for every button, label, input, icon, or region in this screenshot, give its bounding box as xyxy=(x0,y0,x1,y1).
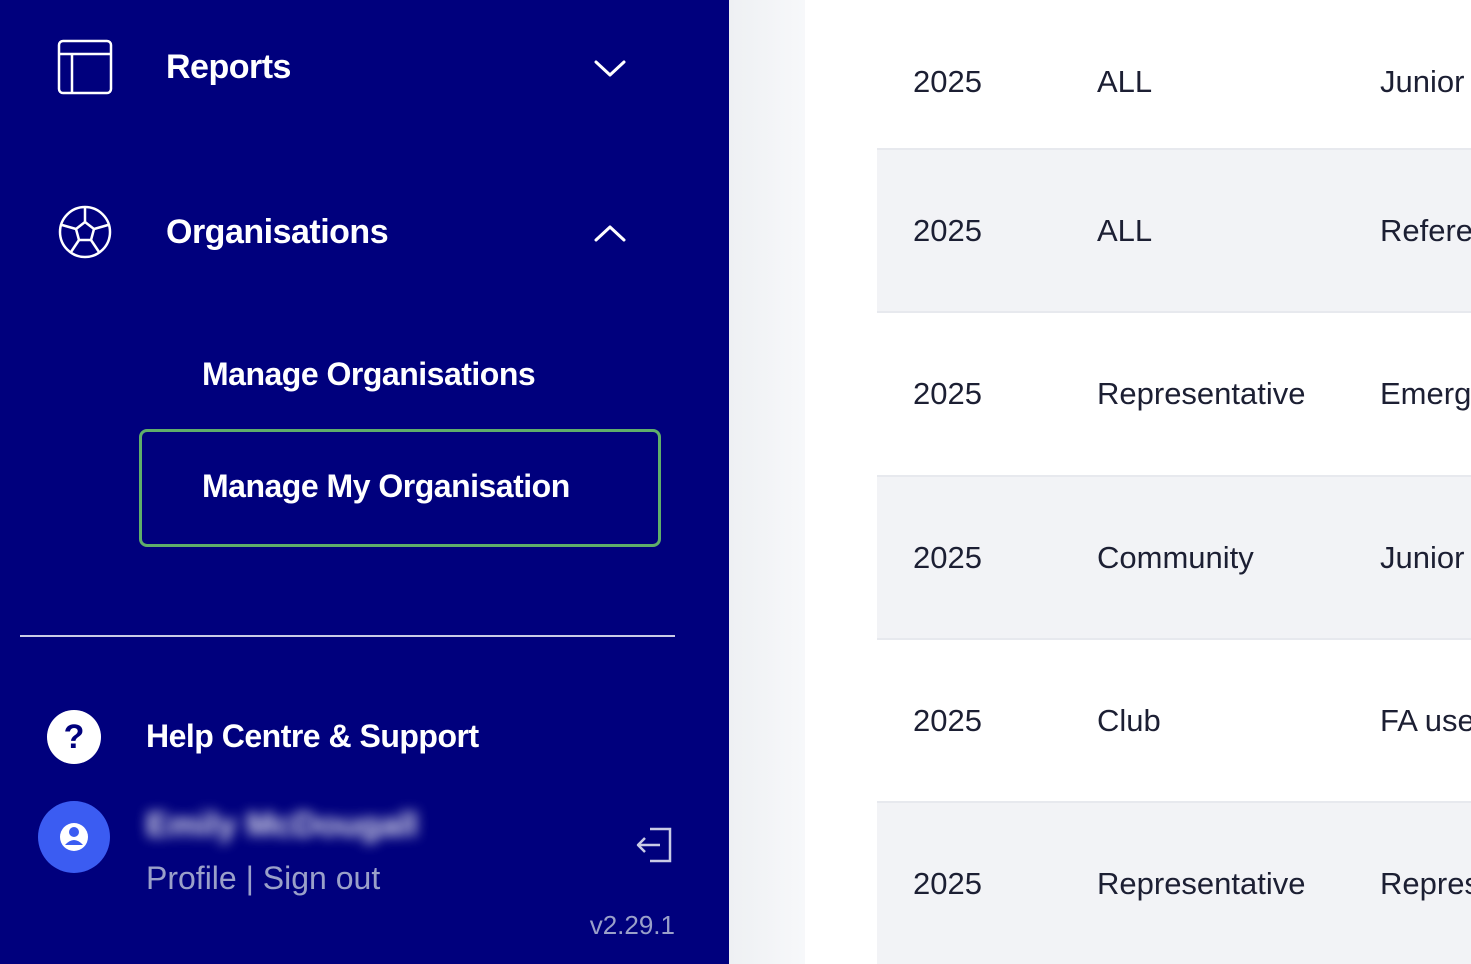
question-circle-icon: ? xyxy=(47,710,101,764)
version-label: v2.29.1 xyxy=(589,910,675,940)
profile-separator: | xyxy=(245,860,254,896)
cell-name: Referee xyxy=(1380,212,1471,248)
user-name: Emily McDougall xyxy=(146,806,419,844)
cell-year: 2025 xyxy=(913,212,982,248)
table-row[interactable]: 2025 ALL Junior S xyxy=(877,0,1471,163)
table-row[interactable]: 2025 Representative Repres xyxy=(877,801,1471,964)
nav-item-organisations[interactable]: Organisations xyxy=(0,191,729,271)
nav-item-organisations-label: Organisations xyxy=(166,213,389,251)
nav-item-reports-label: Reports xyxy=(166,48,291,86)
logout-icon[interactable] xyxy=(634,824,676,866)
cell-type: ALL xyxy=(1097,212,1153,248)
chevron-up-icon[interactable] xyxy=(590,213,630,253)
sidebar: Reports Organisations Manage Organisatio… xyxy=(0,0,729,964)
cell-type: Representative xyxy=(1097,865,1306,901)
sign-out-link[interactable]: Sign out xyxy=(263,860,380,896)
cell-type: Representative xyxy=(1097,375,1306,411)
avatar[interactable] xyxy=(38,801,110,873)
chevron-down-icon[interactable] xyxy=(590,48,630,88)
sidebar-item-manage-my-organisation[interactable]: Manage My Organisation xyxy=(202,468,570,505)
table-row[interactable]: 2025 Community Junior ( xyxy=(877,475,1471,638)
help-centre-label: Help Centre & Support xyxy=(146,718,479,754)
cell-name: Junior ( xyxy=(1380,539,1471,575)
help-centre-link[interactable]: ? Help Centre & Support xyxy=(0,704,729,770)
cell-type: Community xyxy=(1097,539,1254,575)
cell-type: Club xyxy=(1097,702,1161,738)
sidebar-item-manage-organisations[interactable]: Manage Organisations xyxy=(202,356,536,393)
cell-year: 2025 xyxy=(913,702,982,738)
cell-year: 2025 xyxy=(913,63,982,99)
cell-year: 2025 xyxy=(913,539,982,575)
cell-type: ALL xyxy=(1097,63,1153,99)
table-layout-icon xyxy=(57,39,113,95)
profile-link[interactable]: Profile xyxy=(146,860,237,896)
table-row[interactable]: 2025 Representative Emergi xyxy=(877,311,1471,474)
cell-name: Junior S xyxy=(1380,63,1471,99)
cell-year: 2025 xyxy=(913,375,982,411)
user-avatar-icon xyxy=(60,823,88,851)
table-row[interactable]: 2025 ALL Referee xyxy=(877,148,1471,311)
cell-name: FA use xyxy=(1380,702,1471,738)
sidebar-divider xyxy=(20,635,675,637)
profile-links: Profile | Sign out xyxy=(146,860,380,897)
cell-name: Repres xyxy=(1380,865,1471,901)
nav-item-reports[interactable]: Reports xyxy=(0,26,729,106)
cell-year: 2025 xyxy=(913,865,982,901)
table-row[interactable]: 2025 Club FA use xyxy=(877,638,1471,801)
main-gutter xyxy=(729,0,805,964)
soccer-ball-icon xyxy=(58,205,112,259)
cell-name: Emergi xyxy=(1380,375,1471,411)
